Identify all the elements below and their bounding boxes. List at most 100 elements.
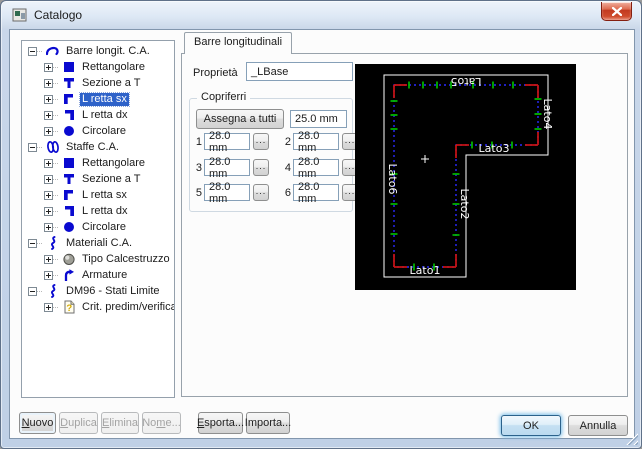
tree-item-l-retta-dx[interactable]: L retta dx [22, 107, 174, 123]
expand-icon[interactable] [44, 63, 53, 72]
canvas-label-lato4: Lato4 [541, 99, 554, 130]
tree-item-label[interactable]: Circolare [80, 125, 128, 138]
tab-barre-longitudinali[interactable]: Barre longitudinali [184, 32, 292, 54]
copriferro-3-field[interactable]: 28.0 mm [204, 159, 250, 176]
copriferro-index-label: 6 [281, 187, 291, 199]
tree-item-label[interactable]: Staffe C.A. [64, 141, 121, 154]
square-section-icon [62, 156, 76, 170]
proprieta-label: Proprietà [193, 67, 238, 79]
section-preview-canvas[interactable]: Lato1Lato2Lato3Lato4Lato5Lato6 [355, 64, 576, 290]
window-title: Catalogo [34, 8, 82, 22]
annulla-button[interactable]: Annulla [568, 415, 628, 436]
tree-item-label[interactable]: Circolare [80, 221, 128, 234]
dialog-catalogo: Catalogo Barre longit. C.A. Rettangolare S… [0, 0, 642, 449]
copriferro-5-browse-button[interactable]: ... [253, 184, 269, 201]
tree-item-l-retta-sx[interactable]: L retta sx [22, 91, 174, 107]
expand-icon[interactable] [44, 159, 53, 168]
expand-icon[interactable] [44, 95, 53, 104]
expand-icon[interactable] [44, 111, 53, 120]
stirrup-icon [46, 140, 60, 154]
tree-item-armature[interactable]: Armature [22, 267, 174, 283]
tree-item-label[interactable]: Sezione a T [80, 173, 143, 186]
copriferri-group-label: Copriferri [197, 91, 250, 103]
copriferro-2-field[interactable]: 28.0 mm [293, 133, 339, 150]
expand-icon[interactable] [44, 255, 53, 264]
expand-icon[interactable] [44, 271, 53, 280]
circle-section-icon [62, 220, 76, 234]
tree-item-crit-predim-verifica[interactable]: ? Crit. predim/verifica [22, 299, 174, 315]
doc-question-icon: ? [62, 300, 76, 314]
tree-item-staffe-c-a[interactable]: Staffe C.A. [22, 139, 174, 155]
tree-item-label[interactable]: Tipo Calcestruzzo [80, 253, 172, 266]
copriferro-index-label: 3 [192, 162, 202, 174]
close-icon [612, 7, 622, 16]
expand-icon[interactable] [44, 191, 53, 200]
tree-connector [53, 227, 58, 228]
collapse-icon[interactable] [28, 287, 37, 296]
proprieta-field[interactable]: _LBase [246, 62, 353, 81]
copriferro-4-field[interactable]: 28.0 mm [293, 159, 339, 176]
tree-item-label[interactable]: L retta dx [80, 205, 129, 218]
tree-item-label[interactable]: Rettangolare [80, 61, 147, 74]
tree-item-materiali-c-a[interactable]: Materiali C.A. [22, 235, 174, 251]
titlebar[interactable]: Catalogo [1, 1, 641, 29]
close-button[interactable] [601, 2, 632, 21]
copriferro-index-label: 1 [192, 136, 202, 148]
svg-text:?: ? [66, 303, 72, 314]
tree-item-rettangolare[interactable]: Rettangolare [22, 59, 174, 75]
tree-item-dm96-stati-limite[interactable]: DM96 - Stati Limite [22, 283, 174, 299]
tree-item-label[interactable]: DM96 - Stati Limite [64, 285, 162, 298]
tree-item-sezione-a-t[interactable]: Sezione a T [22, 75, 174, 91]
copriferri-group: Copriferri Assegna a tutti 25.0 mm 128.0… [189, 98, 353, 212]
app-icon [12, 7, 28, 23]
expand-icon[interactable] [44, 79, 53, 88]
esporta-button[interactable]: Esporta... [198, 412, 243, 434]
tree-item-label[interactable]: L retta sx [80, 93, 129, 106]
tree-item-l-retta-sx[interactable]: L retta sx [22, 187, 174, 203]
assegna-a-tutti-value-field[interactable]: 25.0 mm [290, 110, 347, 128]
copriferro-3-browse-button[interactable]: ... [253, 159, 269, 176]
copriferro-5-field[interactable]: 28.0 mm [204, 184, 250, 201]
tee-section-icon [62, 76, 76, 90]
tree-item-label[interactable]: Barre longit. C.A. [64, 45, 152, 58]
expand-icon[interactable] [44, 223, 53, 232]
copriferro-1-browse-button[interactable]: ... [253, 133, 269, 150]
expand-icon[interactable] [44, 303, 53, 312]
material-hook-icon [46, 236, 60, 250]
footer-buttons: NuovoDuplicaEliminaNome...Esporta...Impo… [19, 412, 290, 434]
importa-button[interactable]: Importa... [246, 412, 290, 434]
tree-item-label[interactable]: Sezione a T [80, 77, 143, 90]
tree-item-l-retta-dx[interactable]: L retta dx [22, 203, 174, 219]
tree-item-circolare[interactable]: Circolare [22, 123, 174, 139]
assegna-a-tutti-button[interactable]: Assegna a tutti [196, 109, 284, 129]
square-section-icon [62, 60, 76, 74]
l-left-section-icon [62, 92, 76, 106]
tree-connector [53, 67, 58, 68]
expand-icon[interactable] [44, 175, 53, 184]
tree-item-label[interactable]: Materiali C.A. [64, 237, 134, 250]
nuovo-button[interactable]: Nuovo [19, 412, 56, 434]
tree-item-label[interactable]: L retta sx [80, 189, 129, 202]
collapse-icon[interactable] [28, 143, 37, 152]
tree-connector [53, 307, 58, 308]
canvas-label-lato2: Lato2 [458, 189, 471, 220]
tree-item-tipo-calcestruzzo[interactable]: Tipo Calcestruzzo [22, 251, 174, 267]
copriferri-row: 328.0 mm...428.0 mm... [192, 159, 358, 176]
tree-item-label[interactable]: Rettangolare [80, 157, 147, 170]
tree-item-barre-longit-c-a[interactable]: Barre longit. C.A. [22, 43, 174, 59]
tree-connector [37, 147, 42, 148]
collapse-icon[interactable] [28, 239, 37, 248]
tree-item-label[interactable]: Armature [80, 269, 129, 282]
tree-item-circolare[interactable]: Circolare [22, 219, 174, 235]
expand-icon[interactable] [44, 127, 53, 136]
expand-icon[interactable] [44, 207, 53, 216]
tree-item-label[interactable]: Crit. predim/verifica [80, 301, 175, 314]
tree-item-sezione-a-t[interactable]: Sezione a T [22, 171, 174, 187]
collapse-icon[interactable] [28, 47, 37, 56]
tree-item-rettangolare[interactable]: Rettangolare [22, 155, 174, 171]
canvas-label-lato5: Lato5 [451, 75, 482, 88]
copriferro-1-field[interactable]: 28.0 mm [204, 133, 250, 150]
ok-button[interactable]: OK [501, 415, 561, 436]
tree-item-label[interactable]: L retta dx [80, 109, 129, 122]
copriferro-6-field[interactable]: 28.0 mm [293, 184, 339, 201]
